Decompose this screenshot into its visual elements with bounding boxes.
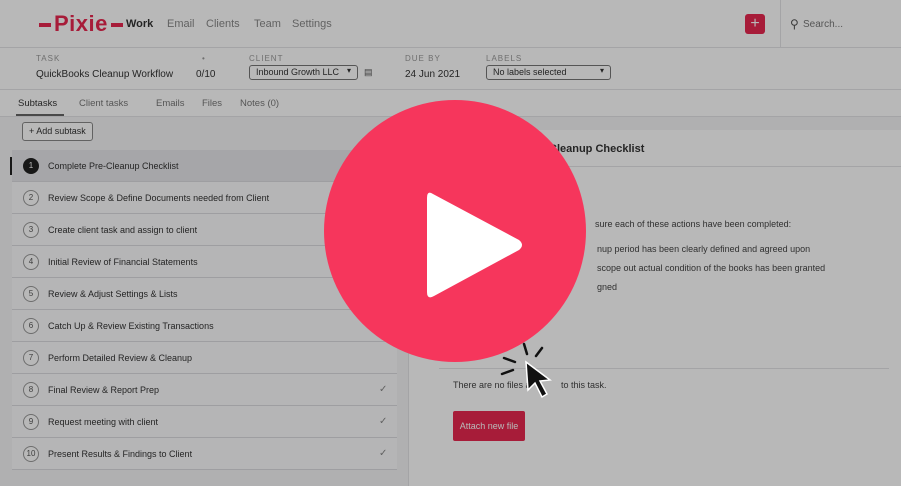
click-cursor-icon — [500, 342, 552, 399]
play-icon — [427, 192, 522, 298]
